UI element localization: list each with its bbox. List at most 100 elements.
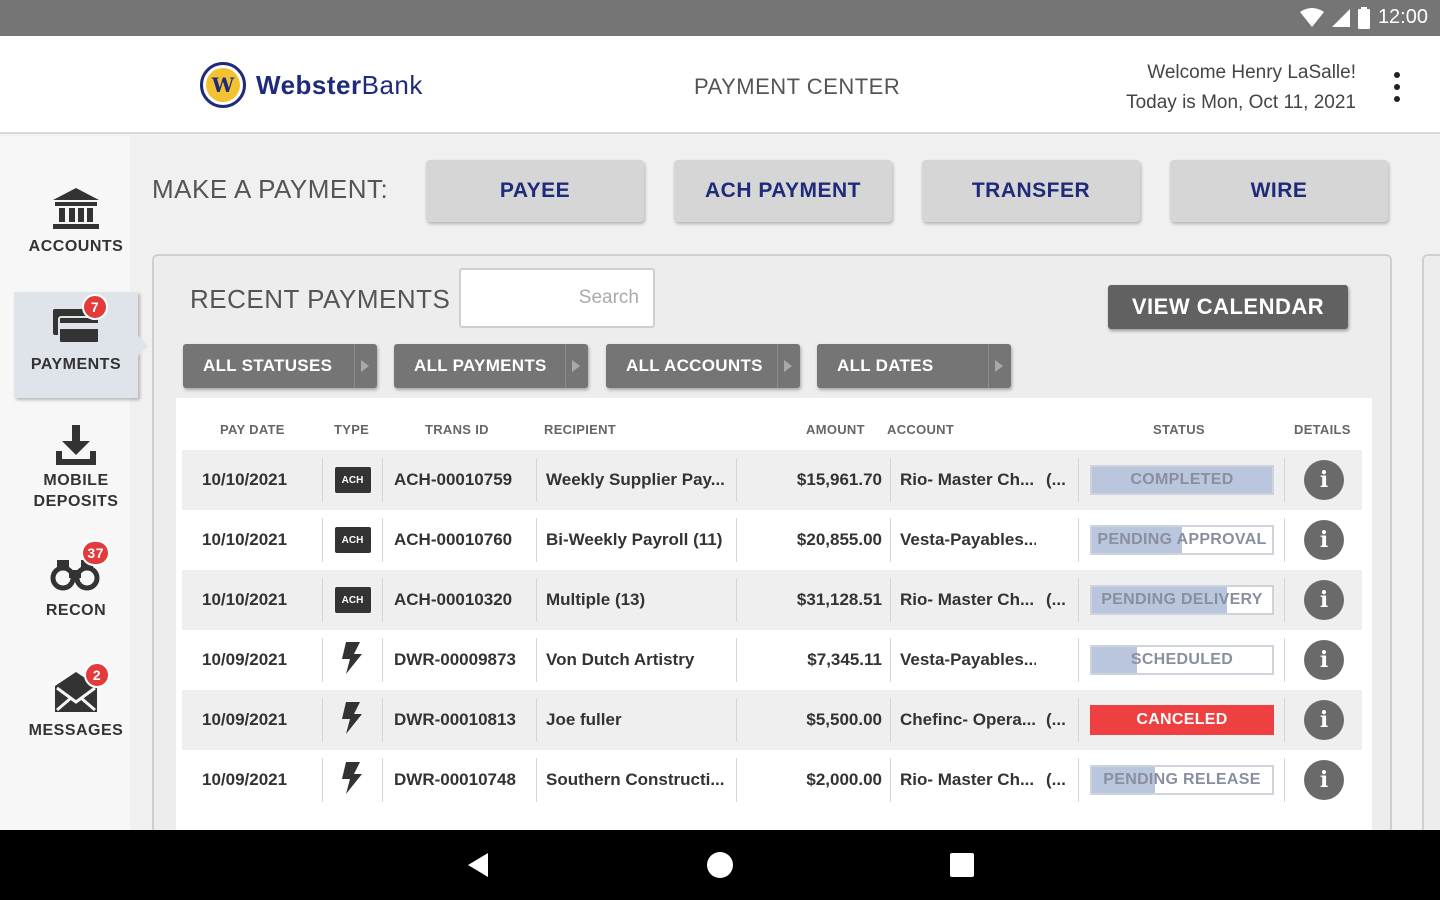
chevron-right-icon [995,360,1003,372]
status-badge: PENDING RELEASE [1090,765,1274,795]
logo-mark-icon: W [200,62,246,108]
recipient: Bi-Weekly Payroll (11) [546,530,723,549]
pay-date: 10/09/2021 [202,650,288,669]
pay-date: 10/09/2021 [202,770,288,789]
trans-id: ACH-00010759 [394,470,513,489]
wire-lightning-icon [341,761,364,799]
today-date: Today is Mon, Oct 11, 2021 [1126,92,1356,113]
filter-payments[interactable]: ALL PAYMENTS [394,344,588,388]
status-text: CANCELED [1136,711,1228,728]
info-icon[interactable]: i [1304,520,1344,560]
filter-label: ALL STATUSES [203,356,333,375]
account-suffix: (... [1046,710,1066,729]
make-payment-label: MAKE A PAYMENT: [152,174,389,204]
chevron-right-icon [784,360,792,372]
col-account[interactable]: ACCOUNT [887,422,954,437]
sidebar-item-label: MESSAGES [28,722,124,739]
account-suffix [1046,630,1072,690]
filter-label: ALL ACCOUNTS [626,356,763,375]
wifi-icon [1299,7,1324,28]
sidebar-item-payments[interactable]: 7 PAYMENTS [14,292,148,398]
status-text: PENDING APPROVAL [1097,531,1267,548]
status-badge: PENDING DELIVERY [1090,585,1274,615]
filter-statuses[interactable]: ALL STATUSES [183,344,377,388]
table-row[interactable]: 10/10/2021 ACH ACH-00010760 Bi-Weekly Payro… [182,510,1362,570]
amount: $31,128.51 [796,590,882,609]
search-input[interactable] [459,268,655,328]
bank-icon [46,180,106,236]
col-recipient[interactable]: RECIPIENT [544,422,616,437]
col-type[interactable]: TYPE [334,422,369,437]
info-icon[interactable]: i [1304,640,1344,680]
system-nav-bar [0,830,1440,900]
envelope-icon: 2 [46,662,110,720]
status-text: COMPLETED [1130,471,1234,488]
filter-accounts[interactable]: ALL ACCOUNTS [606,344,800,388]
account: Chefinc- Opera... [900,710,1036,729]
sidebar-item-label: ACCOUNTS [28,238,124,255]
sidebar-item-messages[interactable]: 2 MESSAGES [14,662,138,772]
col-trans-id[interactable]: TRANS ID [425,422,489,437]
pay-date: 10/10/2021 [202,530,288,549]
info-icon[interactable]: i [1304,580,1344,620]
account-suffix [1046,510,1072,570]
page-title: PAYMENT CENTER [694,74,901,99]
table-row[interactable]: 10/10/2021 ACH ACH-00010759 Weekly Supplier… [182,450,1362,510]
trans-id: DWR-00010813 [394,710,516,729]
info-icon[interactable]: i [1304,760,1344,800]
amount: $15,961.70 [796,470,882,489]
overflow-menu-icon[interactable] [1390,72,1404,102]
filter-dates[interactable]: ALL DATES [817,344,1011,388]
recon-badge: 37 [81,540,110,566]
col-status[interactable]: STATUS [1153,422,1205,437]
view-calendar-button[interactable]: VIEW CALENDAR [1108,285,1348,329]
ach-payment-button[interactable]: ACH PAYMENT [674,160,892,222]
table-row[interactable]: 10/10/2021 ACH ACH-00010320 Multiple (13) $3… [182,570,1362,630]
home-icon[interactable] [707,852,733,878]
ach-type-icon: ACH [334,527,371,553]
welcome-message: Welcome Henry LaSalle! [1147,62,1356,83]
trans-id: DWR-00010748 [394,770,516,789]
sidebar-item-accounts[interactable]: ACCOUNTS [14,180,138,288]
col-amount[interactable]: AMOUNT [806,422,865,437]
transfer-button[interactable]: TRANSFER [922,160,1140,222]
trans-id: ACH-00010760 [394,530,513,549]
wire-lightning-icon [341,701,364,739]
table-row[interactable]: 10/09/2021 DWR-00009873 Von Dutch Artistry… [182,630,1362,690]
sidebar-item-recon[interactable]: 37 RECON [14,540,138,652]
payee-button[interactable]: PAYEE [426,160,644,222]
recipient: Joe fuller [546,710,622,729]
type-cell: ACH [323,570,382,630]
wire-button[interactable]: WIRE [1170,160,1388,222]
pay-date: 10/10/2021 [202,590,288,609]
account: Rio- Master Ch... [900,470,1035,489]
welcome-block: Welcome Henry LaSalle! Today is Mon, Oct… [1126,58,1356,118]
recent-apps-icon[interactable] [950,853,974,877]
filter-label: ALL PAYMENTS [414,356,547,375]
type-cell [323,750,382,810]
status-badge: CANCELED [1090,705,1274,735]
payments-icon: 7 [46,294,108,354]
amount: $2,000.00 [806,770,882,789]
trans-id: ACH-00010320 [394,590,513,609]
back-icon[interactable] [468,853,488,877]
status-badge: COMPLETED [1090,465,1274,495]
sidebar-item-label: PAYMENTS [30,356,122,373]
webster-bank-logo: W WebsterBank [200,62,423,108]
col-details[interactable]: DETAILS [1294,422,1351,437]
recent-payments-title: RECENT PAYMENTS [190,284,451,314]
clock: 12:00 [1377,6,1428,28]
filter-label: ALL DATES [837,356,934,375]
table-row[interactable]: 10/09/2021 DWR-00010813 Joe fuller $5,500.0… [182,690,1362,750]
trans-id: DWR-00009873 [394,650,516,669]
sidebar-item-label-line2: DEPOSITS [33,493,119,510]
account: Rio- Master Ch... [900,590,1035,609]
col-pay-date[interactable]: PAY DATE [220,422,285,437]
sidebar-item-mobile-deposits[interactable]: MOBILE DEPOSITS [14,420,138,528]
info-icon[interactable]: i [1304,460,1344,500]
status-text: SCHEDULED [1130,651,1234,668]
info-icon[interactable]: i [1304,700,1344,740]
account-suffix: (... [1046,590,1066,609]
type-cell [323,690,382,750]
table-row[interactable]: 10/09/2021 DWR-00010748 Southern Construct… [182,750,1362,810]
